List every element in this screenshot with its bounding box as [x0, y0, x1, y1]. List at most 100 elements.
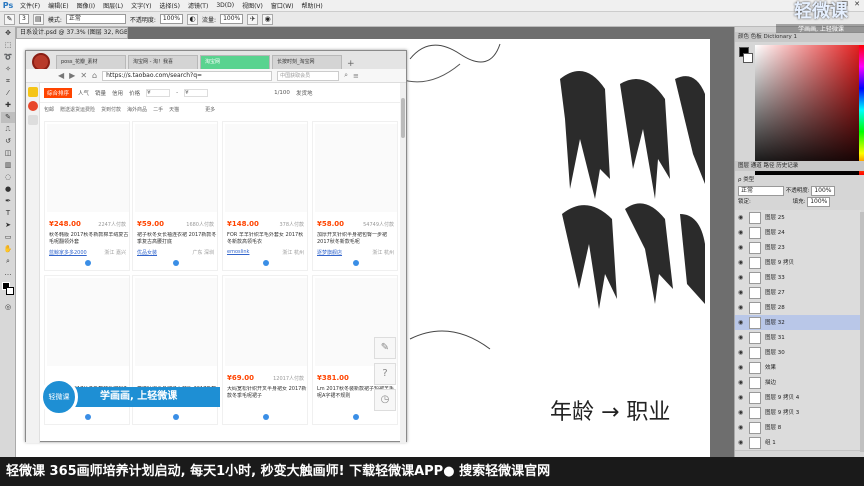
lasso-tool-icon[interactable]: ➰ — [1, 52, 15, 63]
product-card[interactable]: ¥69.00 12017人付款 大码宽松针织开叉半身裙女 2017新款冬季毛呢裙子 — [222, 275, 308, 425]
back-icon[interactable]: ◀ — [58, 71, 64, 80]
tab-huaban[interactable]: poss_花瓣_素材 — [56, 55, 126, 69]
product-title[interactable]: 加厚开叉针织半身裙包臀一步裙 2017秋冬新款毛呢 — [317, 232, 397, 246]
shape-tool-icon[interactable]: ▭ — [1, 232, 15, 243]
sidebar-tool-icon[interactable] — [28, 115, 38, 125]
hand-tool-icon[interactable]: ✋ — [1, 244, 15, 255]
visibility-eye-icon[interactable]: ◉ — [738, 240, 746, 256]
scroll-thumb[interactable] — [401, 98, 405, 138]
layer-row[interactable]: ◉ 图层 24 — [735, 225, 861, 241]
layer-row[interactable]: ◉ 描边 — [735, 375, 861, 391]
menu-3d[interactable]: 3D(D) — [212, 2, 238, 9]
layer-row[interactable]: ◉ 图层 27 — [735, 285, 861, 301]
marquee-tool-icon[interactable]: ⬚ — [1, 40, 15, 51]
brush-tool-icon[interactable]: ✎ — [1, 112, 15, 123]
visibility-eye-icon[interactable]: ◉ — [738, 285, 746, 301]
blur-tool-icon[interactable]: ◌ — [1, 172, 15, 183]
chk-return-insurance[interactable]: 赠送退货运费险 — [60, 106, 95, 113]
eraser-tool-icon[interactable]: ◫ — [1, 148, 15, 159]
eyedropper-tool-icon[interactable]: ⁄ — [1, 88, 15, 99]
new-tab-icon[interactable]: + — [344, 59, 358, 69]
pen-tool-icon[interactable]: ✒ — [1, 196, 15, 207]
document-tab[interactable]: 日系设计.psd @ 37.3% (图层 32, RGB/8) — [16, 27, 128, 39]
visibility-eye-icon[interactable]: ◉ — [738, 435, 746, 451]
brush-preset-icon[interactable]: ✎ — [4, 13, 15, 25]
visibility-eye-icon[interactable]: ◉ — [738, 390, 746, 406]
product-shop[interactable]: 优品女装 — [137, 249, 157, 256]
product-card[interactable]: ¥248.00 2247人付款 秋冬韩版 2017秋冬新款棉羊绒复古毛呢翻领外套 蓝鲸… — [44, 121, 130, 271]
layer-row[interactable]: ◉ 图层 25 — [735, 210, 861, 226]
opacity-field[interactable]: 100% — [159, 14, 184, 24]
layer-row[interactable]: ◉ 效果 — [735, 360, 861, 376]
layer-opacity-field[interactable]: 100% — [811, 186, 835, 196]
visibility-eye-icon[interactable]: ◉ — [738, 330, 746, 346]
layer-row[interactable]: ◉ 图层 31 — [735, 330, 861, 346]
path-select-tool-icon[interactable]: ➤ — [1, 220, 15, 231]
more-filters[interactable]: 更多 — [205, 106, 215, 113]
visibility-eye-icon[interactable]: ◉ — [738, 300, 746, 316]
panel-background[interactable] — [743, 53, 753, 63]
healing-tool-icon[interactable]: ✚ — [1, 100, 15, 111]
layer-row[interactable]: ◉ 图层 9 拷贝 — [735, 255, 861, 271]
layers-scrollbar[interactable] — [860, 212, 864, 452]
gradient-tool-icon[interactable]: ▥ — [1, 160, 15, 171]
fill-field[interactable]: 100% — [807, 197, 831, 207]
layer-row[interactable]: ◉ 图层 33 — [735, 270, 861, 286]
layers-panel-tabs[interactable]: 图层 通道 路径 历史记录 — [735, 161, 864, 171]
brush-size[interactable]: 3 — [19, 14, 29, 24]
weibo-icon[interactable] — [28, 101, 38, 111]
ship-from[interactable]: 发货地 — [296, 89, 313, 97]
menu-filter[interactable]: 滤镜(T) — [184, 1, 212, 10]
sort-credit[interactable]: 信用 — [112, 89, 123, 97]
mode-select[interactable]: 正常 — [65, 14, 126, 24]
sort-default[interactable]: 综合排序 — [44, 87, 73, 98]
background-color[interactable] — [6, 287, 14, 295]
layer-row[interactable]: ◉ 图层 30 — [735, 345, 861, 361]
flow-field[interactable]: 100% — [220, 14, 244, 24]
favorites-icon[interactable] — [28, 87, 38, 97]
visibility-eye-icon[interactable]: ◉ — [738, 270, 746, 286]
browser-scrollbar[interactable] — [400, 83, 406, 443]
layer-row[interactable]: ◉ 图层 9 拷贝 4 — [735, 390, 861, 406]
product-shop[interactable]: 逐梦旗舰店 — [317, 249, 342, 256]
brush-panel-icon[interactable]: ▤ — [32, 13, 44, 25]
search-icon[interactable]: ⌕ — [344, 71, 348, 80]
product-title[interactable]: 裙子秋冬女长袖连衣裙 2017新款冬季复古高腰打底 — [137, 232, 217, 246]
layer-row[interactable]: ◉ 组 1 — [735, 435, 861, 451]
visibility-eye-icon[interactable]: ◉ — [738, 345, 746, 361]
pressure-size-icon[interactable]: ◉ — [262, 13, 274, 25]
menu-image[interactable]: 图像(I) — [73, 1, 99, 10]
home-icon[interactable]: ⌂ — [92, 71, 97, 80]
help-icon[interactable]: ? — [374, 363, 396, 385]
chk-free-shipping[interactable]: 包邮 — [44, 106, 54, 113]
hue-slider[interactable] — [859, 45, 864, 175]
price-min[interactable]: ¥ — [146, 88, 171, 97]
layer-row[interactable]: ◉ 图层 8 — [735, 420, 861, 436]
product-title[interactable]: FOR 羊羊针织羊毛外套女 2017秋冬新款高领毛衣 — [227, 232, 307, 246]
product-card[interactable]: ¥148.00 378人付款 FOR 羊羊针织羊毛外套女 2017秋冬新款高领毛衣 e… — [222, 121, 308, 271]
layer-kind-filter[interactable]: ρ 类型 — [738, 177, 754, 183]
sort-sales[interactable]: 销量 — [95, 89, 106, 97]
stop-icon[interactable]: ✕ — [80, 71, 87, 80]
color-swatches[interactable] — [0, 279, 15, 301]
dodge-tool-icon[interactable]: ● — [1, 184, 15, 195]
magic-wand-tool-icon[interactable]: ✧ — [1, 64, 15, 75]
history-brush-icon[interactable]: ↺ — [1, 136, 15, 147]
pressure-opacity-icon[interactable]: ◐ — [187, 13, 199, 25]
menu-select[interactable]: 选择(S) — [155, 1, 184, 10]
forward-icon[interactable]: ▶ — [69, 71, 75, 80]
airbrush-icon[interactable]: ✈ — [247, 13, 259, 25]
product-card[interactable]: ¥58.00 54749人付款 加厚开叉针织半身裙包臀一步裙 2017秋冬新款毛呢逐… — [312, 121, 398, 271]
product-card[interactable]: ¥59.00 1680人付款 裙子秋冬女长袖连衣裙 2017新款冬季复古高腰打底 优品… — [132, 121, 218, 271]
visibility-eye-icon[interactable]: ◉ — [738, 375, 746, 391]
menu-type[interactable]: 文字(Y) — [127, 1, 155, 10]
visibility-eye-icon[interactable]: ◉ — [738, 255, 746, 271]
layer-row[interactable]: ◉ 图层 32 — [735, 315, 861, 331]
chk-secondhand[interactable]: 二手 — [153, 106, 163, 113]
product-shop[interactable]: emoslink — [227, 249, 249, 255]
browser-search-input[interactable]: 中国获取会员 — [277, 70, 340, 81]
tab-taobao-1[interactable]: 淘宝网 - 淘！我喜 — [128, 55, 198, 69]
menu-window[interactable]: 窗口(W) — [267, 1, 298, 10]
menu-view[interactable]: 视图(V) — [238, 1, 267, 10]
visibility-eye-icon[interactable]: ◉ — [738, 405, 746, 421]
